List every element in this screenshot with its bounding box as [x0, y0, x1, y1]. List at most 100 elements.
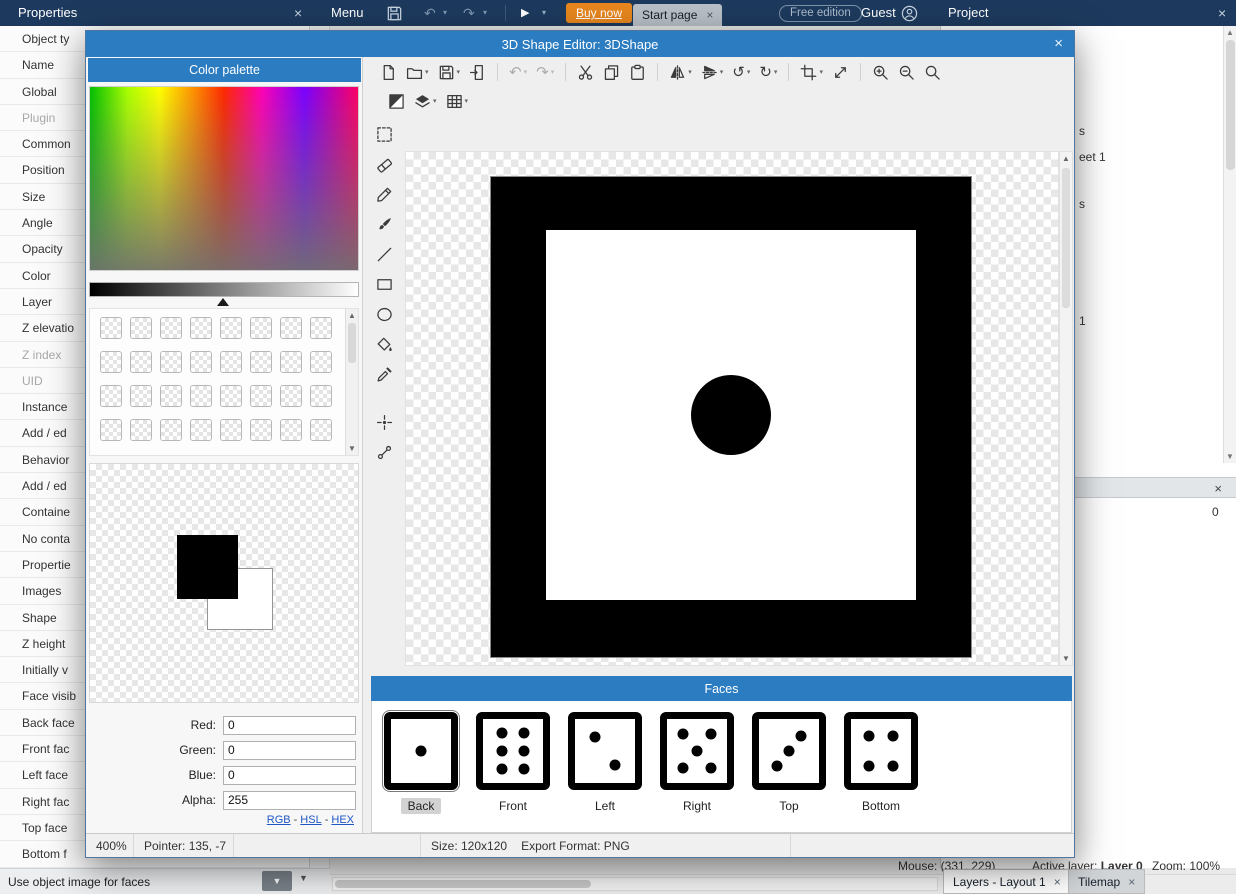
guest-label[interactable]: Guest	[861, 0, 896, 26]
panel-options-caret-icon[interactable]: ▼	[299, 873, 308, 883]
rgb-link[interactable]: RGB	[267, 814, 291, 826]
horizontal-scrollbar[interactable]	[332, 877, 938, 891]
color-swatch[interactable]	[250, 351, 272, 373]
cut-button[interactable]	[574, 60, 597, 84]
scroll-down-icon[interactable]: ▼	[346, 444, 358, 453]
hex-link[interactable]: HEX	[331, 814, 354, 826]
face-item-front[interactable]: Front	[476, 712, 550, 814]
color-swatch[interactable]	[220, 317, 242, 339]
color-swatch[interactable]	[250, 419, 272, 441]
redo-button[interactable]: ↷▾	[533, 60, 557, 84]
layers-button[interactable]: ▾	[411, 89, 440, 113]
color-swatch[interactable]	[160, 419, 182, 441]
scroll-up-icon[interactable]: ▲	[346, 311, 358, 320]
color-swatch[interactable]	[130, 317, 152, 339]
color-gradient-picker[interactable]	[89, 86, 359, 271]
menu-button[interactable]: Menu	[331, 0, 364, 26]
buy-now-button[interactable]: Buy now	[566, 3, 632, 23]
face-item-right[interactable]: Right	[660, 712, 734, 814]
color-swatch[interactable]	[220, 419, 242, 441]
rectangle-select-button[interactable]	[371, 123, 397, 145]
color-swatch[interactable]	[130, 419, 152, 441]
primary-color-swatch[interactable]	[177, 535, 238, 599]
blue-input[interactable]	[223, 766, 356, 785]
color-swatch[interactable]	[190, 419, 212, 441]
resize-button[interactable]	[829, 60, 852, 84]
color-swatch[interactable]	[130, 385, 152, 407]
fill-button[interactable]	[371, 333, 397, 355]
scrollbar-thumb[interactable]	[1226, 40, 1235, 170]
face-item-back[interactable]: Back	[384, 712, 458, 814]
copy-button[interactable]	[600, 60, 623, 84]
zoom-out-button[interactable]	[895, 60, 918, 84]
scrollbar-thumb[interactable]	[1062, 168, 1070, 308]
zoom-fit-button[interactable]	[921, 60, 944, 84]
swatch-scrollbar[interactable]: ▲ ▼	[345, 309, 358, 455]
project-tree-item[interactable]: eet 1	[1079, 150, 1106, 164]
color-swatch[interactable]	[220, 351, 242, 373]
background-toggle-button[interactable]	[385, 89, 408, 113]
project-tree-item[interactable]: s	[1079, 124, 1085, 138]
scrollbar-thumb[interactable]	[348, 323, 356, 363]
color-swatch[interactable]	[280, 317, 302, 339]
face-item-bottom[interactable]: Bottom	[844, 712, 918, 814]
undo-dropdown-caret-icon[interactable]: ▾	[443, 0, 447, 26]
tab-close-icon[interactable]: ×	[1054, 875, 1061, 889]
crop-button[interactable]: ▾	[797, 60, 826, 84]
color-swatch[interactable]	[100, 317, 122, 339]
color-swatch[interactable]	[310, 385, 332, 407]
face-item-left[interactable]: Left	[568, 712, 642, 814]
red-input[interactable]	[223, 716, 356, 735]
properties-panel-close-icon[interactable]: ×	[294, 0, 302, 26]
ellipse-shape-button[interactable]	[371, 303, 397, 325]
flip-horizontal-button[interactable]: ▾	[666, 60, 695, 84]
redo-icon[interactable]: ↷	[463, 0, 475, 26]
scrollbar-thumb[interactable]	[335, 880, 591, 888]
pencil-button[interactable]	[371, 183, 397, 205]
rectangle-shape-button[interactable]	[371, 273, 397, 295]
scroll-up-icon[interactable]: ▲	[1224, 28, 1236, 37]
tab-tilemap[interactable]: Tilemap ×	[1068, 869, 1145, 894]
tab-start-page[interactable]: Start page ×	[633, 4, 722, 26]
color-swatch[interactable]	[250, 317, 272, 339]
play-dropdown-caret-icon[interactable]: ▾	[542, 0, 546, 26]
bone-button[interactable]	[371, 441, 397, 463]
export-button[interactable]	[466, 60, 489, 84]
file-new-button[interactable]	[377, 60, 400, 84]
project-tree-item[interactable]: s	[1079, 197, 1085, 211]
faces-mode-dropdown[interactable]: ▼	[262, 871, 292, 891]
tab-layers-layout1[interactable]: Layers - Layout 1 ×	[943, 869, 1071, 894]
save-icon[interactable]	[386, 0, 403, 26]
paste-button[interactable]	[626, 60, 649, 84]
color-swatch[interactable]	[100, 419, 122, 441]
value-gradient-bar[interactable]	[89, 282, 359, 297]
color-swatch[interactable]	[190, 385, 212, 407]
save-button[interactable]: ▾	[435, 60, 464, 84]
color-swatch[interactable]	[250, 385, 272, 407]
color-swatch[interactable]	[220, 385, 242, 407]
face-item-top[interactable]: Top	[752, 712, 826, 814]
rotate-cw-button[interactable]: ↻▾	[756, 60, 780, 84]
start-page-close-icon[interactable]: ×	[706, 8, 713, 22]
origin-button[interactable]	[371, 411, 397, 433]
line-button[interactable]	[371, 243, 397, 265]
subpanel-close-icon[interactable]: ×	[1214, 478, 1222, 499]
redo-dropdown-caret-icon[interactable]: ▾	[483, 0, 487, 26]
color-swatch[interactable]	[100, 351, 122, 373]
color-swatch[interactable]	[160, 351, 182, 373]
color-swatch[interactable]	[280, 419, 302, 441]
project-panel-close-icon[interactable]: ×	[1218, 0, 1226, 26]
color-swatch[interactable]	[160, 385, 182, 407]
folder-open-button[interactable]: ▾	[403, 60, 432, 84]
scroll-down-icon[interactable]: ▼	[1060, 654, 1072, 663]
value-marker-icon[interactable]	[217, 298, 229, 306]
color-swatch[interactable]	[100, 385, 122, 407]
rotate-ccw-button[interactable]: ↺▾	[729, 60, 753, 84]
color-swatch[interactable]	[190, 317, 212, 339]
canvas-scrollbar[interactable]: ▲ ▼	[1059, 151, 1073, 666]
project-scrollbar[interactable]: ▲ ▼	[1223, 26, 1236, 463]
user-avatar-icon[interactable]	[901, 0, 918, 26]
undo-button[interactable]: ↶▾	[506, 60, 530, 84]
color-swatch[interactable]	[160, 317, 182, 339]
brush-button[interactable]	[371, 213, 397, 235]
